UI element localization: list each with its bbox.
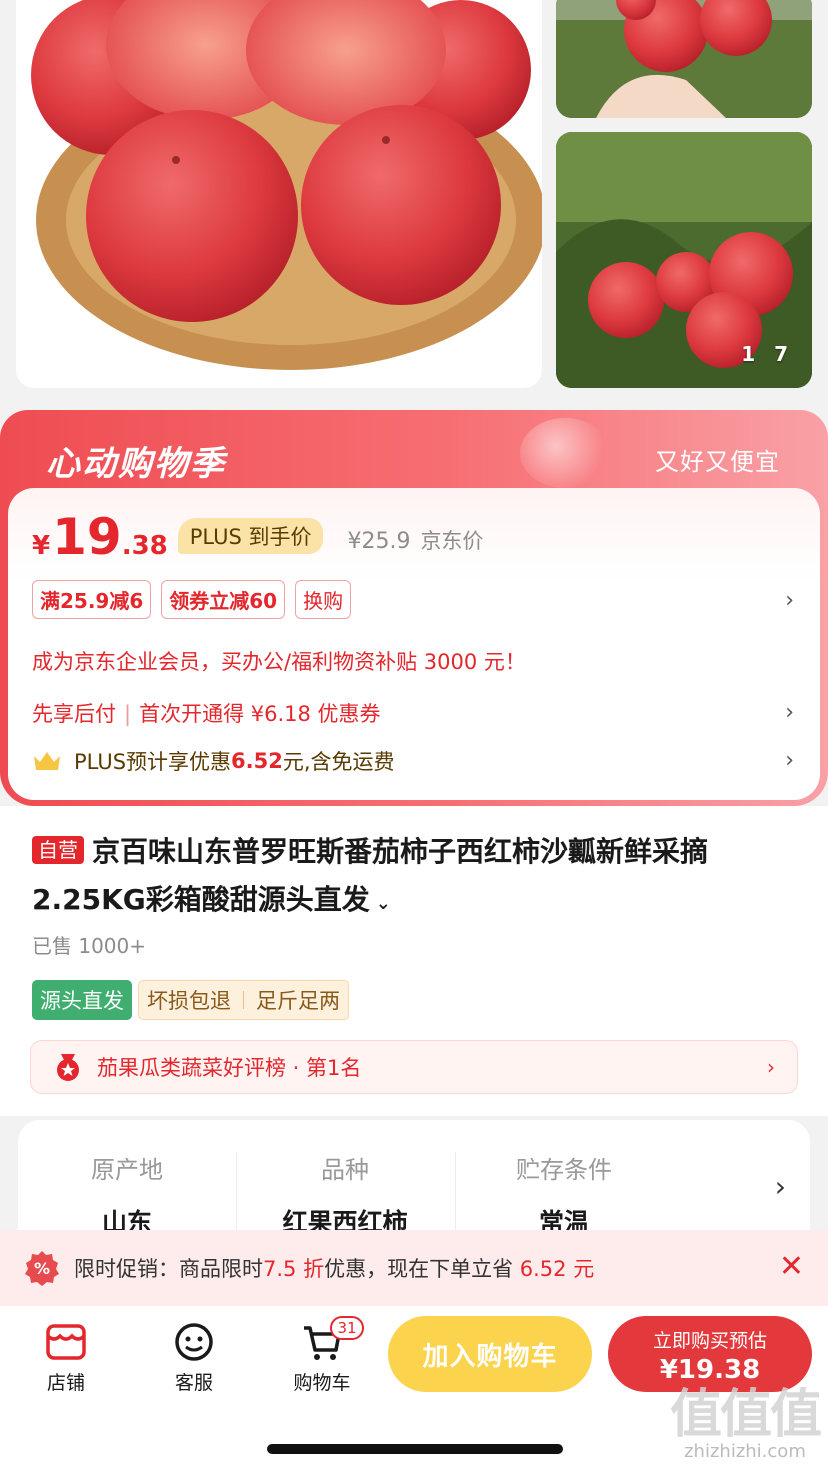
cart-button[interactable]: 31 购物车 (272, 1316, 372, 1395)
chevron-right-icon[interactable]: › (775, 1170, 786, 1203)
self-operated-tag: 自营 (32, 836, 84, 864)
chevron-right-icon[interactable]: › (785, 588, 794, 613)
coupon-list[interactable]: 满25.9减6 领券立减60 换购 (32, 580, 352, 619)
price-decimal: .38 (121, 531, 168, 561)
plus-discount-amount: 6.52 (231, 749, 283, 773)
price-integer: 19 (52, 508, 122, 566)
service-icon (175, 1323, 213, 1361)
spec-origin: 原产地 山东 (18, 1150, 236, 1239)
thumbnail-photo-2[interactable]: 1 7 (556, 132, 812, 388)
full-weight-tag: 足斤足两 (256, 989, 340, 1013)
watermark-logo: 值值值 (669, 1385, 822, 1445)
direct-source-tag: 源头直发 (32, 980, 132, 1020)
spec-variety: 品种 红果西红柿 (236, 1150, 454, 1239)
chevron-down-icon[interactable]: ⌄ (376, 893, 391, 914)
limited-promo-middle: 优惠，现在下单立省 (324, 1257, 514, 1281)
plus-discount-suffix: 元,含免运费 (282, 750, 395, 774)
coupon-claim[interactable]: 领券立减60 (161, 580, 286, 619)
spec-label: 贮存条件 (516, 1156, 612, 1184)
image-counter: 1 7 (741, 342, 794, 366)
add-to-cart-button[interactable]: 加入购物车 (388, 1316, 592, 1392)
sold-count: 已售 1000+ (32, 934, 147, 958)
crown-icon (34, 752, 60, 770)
pay-later-offer: 首次开通得 ¥6.18 优惠券 (139, 702, 381, 726)
spec-label: 品种 (321, 1156, 369, 1184)
home-indicator[interactable] (267, 1444, 563, 1454)
close-icon[interactable]: ✕ (779, 1252, 804, 1282)
service-guarantee-tags: 坏损包退 足斤足两 (138, 980, 349, 1020)
buy-now-label: 立即购买预估 (652, 1330, 767, 1352)
cart-count-badge: 31 (330, 1316, 364, 1340)
chevron-right-icon[interactable]: › (767, 1055, 775, 1079)
damage-refund-tag: 坏损包退 (147, 989, 231, 1013)
original-price: ¥25.9 (347, 529, 411, 554)
plus-discount-link[interactable]: PLUS预计享优惠 6.52 元,含免运费 (32, 746, 395, 776)
buy-now-button[interactable]: 立即购买预估 ¥19.38 (608, 1316, 812, 1392)
promo-slogan: 又好又便宜 (655, 448, 780, 476)
service-label: 客服 (174, 1372, 213, 1394)
chevron-right-icon[interactable]: › (785, 700, 794, 725)
heart-decoration (520, 418, 610, 488)
customer-service-button[interactable]: 客服 (144, 1320, 244, 1395)
thumbnail-photo-1[interactable] (556, 0, 812, 118)
promo-banner: 心动购物季 又好又便宜 ¥ 19 .38 PLUS 到手价 ¥25.9 京东价 … (0, 410, 828, 806)
cart-label: 购物车 (293, 1372, 351, 1394)
buy-now-price: ¥19.38 (659, 1355, 761, 1385)
plus-price-tag: PLUS 到手价 (177, 518, 324, 554)
chevron-right-icon[interactable]: › (785, 748, 794, 773)
limited-promo-text: 限时促销：商品限时7.5 折优惠，现在下单立省 6.52 元 (74, 1253, 594, 1283)
original-price-label: 京东价 (420, 529, 484, 553)
coupon-discount[interactable]: 满25.9减6 (32, 580, 152, 619)
spec-label: 原产地 (91, 1156, 163, 1184)
pay-later-label: 先享后付 (32, 702, 116, 726)
discount-icon: % (25, 1251, 59, 1286)
spec-storage: 贮存条件 常温 (455, 1150, 673, 1239)
limited-promo-saving: 6.52 元 (519, 1257, 595, 1281)
service-tags[interactable]: 源头直发 坏损包退 足斤足两 (32, 980, 349, 1020)
enterprise-member-link[interactable]: 成为京东企业会员，买办公/福利物资补贴 3000 元！ (32, 646, 526, 676)
svg-text:%: % (34, 1259, 50, 1278)
site-watermark: 值值值 zhizhizhi.com (669, 1385, 822, 1462)
ranking-text: 茄果瓜类蔬菜好评榜 · 第1名 (97, 1056, 362, 1080)
promo-title: 心动购物季 (46, 444, 226, 484)
watermark-url: zhizhizhi.com (684, 1441, 806, 1462)
price-row: ¥ 19 .38 PLUS 到手价 ¥25.9 京东价 (32, 512, 483, 572)
pay-later-separator: | (124, 702, 132, 726)
ranking-banner[interactable]: 茄果瓜类蔬菜好评榜 · 第1名 › (30, 1040, 798, 1094)
plus-discount-prefix: PLUS预计享优惠 (74, 750, 232, 774)
store-button[interactable]: 店铺 (16, 1320, 116, 1395)
coupon-exchange[interactable]: 换购 (295, 580, 352, 619)
limited-promo-prefix: 限时促销：商品限时 (74, 1257, 263, 1281)
bottom-action-bar: 店铺 客服 31 购物车 加入购物车 立即购买预估 ¥19.38 值值值 zhi… (0, 1306, 828, 1468)
medal-icon (57, 1054, 79, 1081)
store-icon (46, 1324, 86, 1360)
main-product-photo[interactable] (16, 0, 542, 388)
limited-promo-discount: 7.5 折 (263, 1257, 325, 1281)
currency-symbol: ¥ (32, 531, 51, 561)
limited-promo-bar[interactable]: % 限时促销：商品限时7.5 折优惠，现在下单立省 6.52 元 ✕ (0, 1230, 828, 1306)
product-title-text: 京百味山东普罗旺斯番茄柿子西红柿沙瓤新鲜采摘2.25KG彩箱酸甜源头直发 (32, 835, 709, 916)
product-title[interactable]: 自营 京百味山东普罗旺斯番茄柿子西红柿沙瓤新鲜采摘2.25KG彩箱酸甜源头直发 ⌄ (32, 828, 800, 928)
product-info: 自营 京百味山东普罗旺斯番茄柿子西红柿沙瓤新鲜采摘2.25KG彩箱酸甜源头直发 ⌄ … (0, 806, 828, 1116)
tag-divider (243, 991, 244, 1009)
pay-later-link[interactable]: 先享后付 | 首次开通得 ¥6.18 优惠券 (32, 698, 381, 728)
price-card: ¥ 19 .38 PLUS 到手价 ¥25.9 京东价 满25.9减6 领券立减… (8, 488, 820, 800)
product-gallery[interactable]: 1 7 (0, 0, 828, 400)
store-label: 店铺 (46, 1372, 85, 1394)
